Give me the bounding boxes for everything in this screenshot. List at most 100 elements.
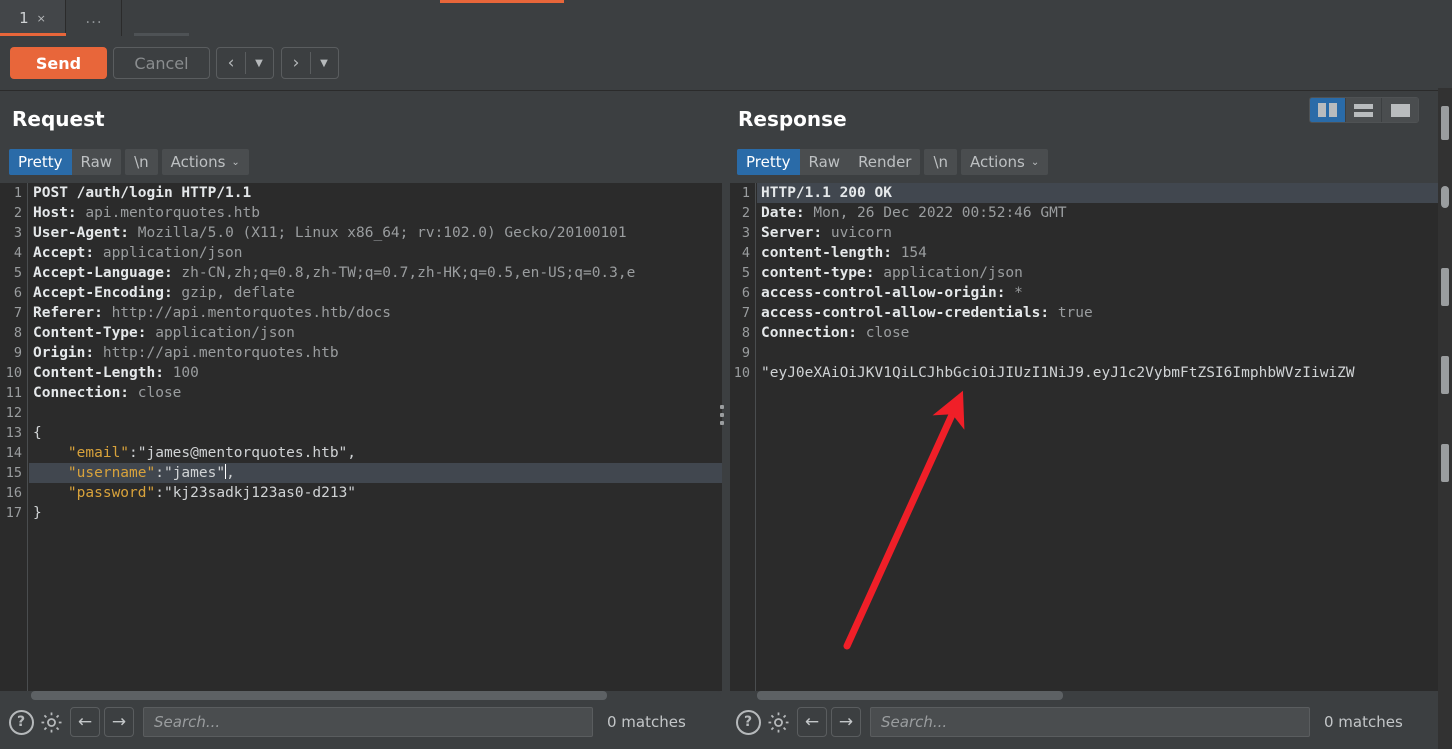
line-number: 8 [13,325,22,341]
code-line[interactable] [29,403,722,423]
code-line[interactable]: Host: api.mentorquotes.htb [29,203,722,223]
code-line[interactable]: Accept-Encoding: gzip, deflate [29,283,722,303]
response-view-tabs: Pretty Raw Render \n Actions ⌄ [737,149,1049,175]
response-search-input[interactable] [870,707,1310,737]
code-line[interactable]: Origin: http://api.mentorquotes.htb [29,343,722,363]
code-token: application/json [102,245,243,261]
code-line[interactable]: Referer: http://api.mentorquotes.htb/doc… [29,303,722,323]
line-number: 2 [13,205,22,221]
response-editor[interactable]: 1 2 3 4 5 6 7 8 9 10 HTTP/1.1 200 OK Date: Mon, 26… [730,183,1438,691]
code-token: Connection: [761,325,866,341]
tab-1[interactable]: 1 × [0,0,66,36]
line-number: 14 [5,445,22,461]
code-token: Mon, 26 Dec 2022 00:52:46 GMT [813,205,1067,221]
request-editor[interactable]: 1 2 3 4 5 6 7 8 9 10 11 12 13 14 15 16 17 POST /auth/log… [0,183,722,691]
code-line[interactable]: "password":"kj23sadkj123as0-d213" [29,483,722,503]
tab-request-pretty[interactable]: Pretty [9,149,72,175]
tab-more-label: ... [85,9,103,27]
code-token: true [1057,305,1093,321]
code-line[interactable]: Connection: close [29,383,722,403]
request-search-prev-button[interactable]: ← [70,707,100,737]
scrollbar-thumb[interactable] [757,691,1063,700]
line-number: 5 [13,265,22,281]
request-settings-button[interactable] [36,707,66,737]
right-side-panel-strip[interactable] [1438,88,1452,749]
tab-response-render[interactable]: Render [849,149,921,175]
tab-more-button[interactable]: ... [67,0,189,36]
code-line[interactable]: Content-Type: application/json [29,323,722,343]
line-number: 4 [13,245,22,261]
code-token: "james" [163,465,226,481]
tab-request-newline[interactable]: \n [125,149,158,175]
code-line[interactable]: Accept: application/json [29,243,722,263]
line-number: 6 [13,285,22,301]
request-hscrollbar[interactable] [31,691,721,700]
tab-response-raw[interactable]: Raw [799,149,850,175]
code-line[interactable]: "username":"james", [29,463,722,483]
request-actions-menu[interactable]: Actions ⌄ [161,149,249,175]
code-token: , [226,465,235,481]
code-line[interactable]: "email":"james@mentorquotes.htb", [29,443,722,463]
request-search-input[interactable] [143,707,593,737]
code-line[interactable]: access-control-allow-credentials: true [757,303,1438,323]
strip-segment [1441,106,1449,140]
tab-request-raw[interactable]: Raw [71,149,122,175]
line-number: 3 [741,225,750,241]
response-hscrollbar[interactable] [757,691,1437,700]
code-line[interactable]: "eyJ0eXAiOiJKV1QiLCJhbGciOiJIUzI1NiJ9.ey… [757,363,1438,383]
back-history-button[interactable]: ‹ ▼ [216,47,274,79]
chevron-down-icon[interactable]: ▼ [311,58,337,69]
code-token: Server: [761,225,831,241]
line-number: 4 [741,245,750,261]
response-search-next-button[interactable]: → [831,707,861,737]
chevron-down-icon[interactable]: ▼ [246,58,272,69]
response-settings-button[interactable] [763,707,793,737]
code-line[interactable]: POST /auth/login HTTP/1.1 [29,183,722,203]
response-line-numbers: 1 2 3 4 5 6 7 8 9 10 [730,183,756,691]
line-number: 7 [13,305,22,321]
tab-close-icon[interactable]: × [37,12,46,25]
request-code[interactable]: POST /auth/login HTTP/1.1 Host: api.mento… [29,183,722,691]
code-line[interactable]: Date: Mon, 26 Dec 2022 00:52:46 GMT [757,203,1438,223]
code-token: Content-Type: [33,325,156,341]
code-line[interactable]: access-control-allow-origin: * [757,283,1438,303]
code-line[interactable]: Content-Length: 100 [29,363,722,383]
code-token: Origin: [33,345,103,361]
response-search-prev-button[interactable]: ← [797,707,827,737]
code-line[interactable]: content-type: application/json [757,263,1438,283]
arrow-left-icon: ← [804,712,820,732]
response-match-count: 0 matches [1324,713,1403,731]
request-search-next-button[interactable]: → [104,707,134,737]
chevron-right-icon: › [292,53,300,73]
code-line[interactable]: content-length: 154 [757,243,1438,263]
response-help-button[interactable]: ? [733,707,763,737]
tab-strip-accent [440,0,564,3]
pane-divider-handle[interactable] [716,395,728,435]
forward-history-button[interactable]: › ▼ [281,47,339,79]
request-help-button[interactable]: ? [6,707,36,737]
send-button[interactable]: Send [10,47,107,79]
code-line[interactable]: HTTP/1.1 200 OK [757,183,1438,203]
tab-response-pretty[interactable]: Pretty [737,149,800,175]
response-code[interactable]: HTTP/1.1 200 OK Date: Mon, 26 Dec 2022 00… [757,183,1438,691]
code-line[interactable]: { [29,423,722,443]
code-line[interactable] [757,343,1438,363]
response-actions-menu[interactable]: Actions ⌄ [961,149,1049,175]
code-token: close [865,325,910,341]
code-token: Date: [761,205,814,221]
question-mark-icon: ? [735,709,761,735]
code-token: POST /auth/login HTTP/1.1 [33,185,252,201]
code-token: "kj23sadkj123as0-d213" [163,485,357,501]
tab-response-newline[interactable]: \n [924,149,958,175]
cancel-button[interactable]: Cancel [113,47,210,79]
code-line[interactable]: } [29,503,722,523]
arrow-left-icon: ← [77,712,93,732]
code-token: "james@mentorquotes.htb", [137,445,357,461]
scrollbar-thumb[interactable] [31,691,607,700]
code-line[interactable]: User-Agent: Mozilla/5.0 (X11; Linux x86_… [29,223,722,243]
code-line[interactable]: Server: uvicorn [757,223,1438,243]
code-line[interactable]: Connection: close [757,323,1438,343]
code-token: application/json [883,265,1023,281]
code-line[interactable]: Accept-Language: zh-CN,zh;q=0.8,zh-TW;q=… [29,263,722,283]
